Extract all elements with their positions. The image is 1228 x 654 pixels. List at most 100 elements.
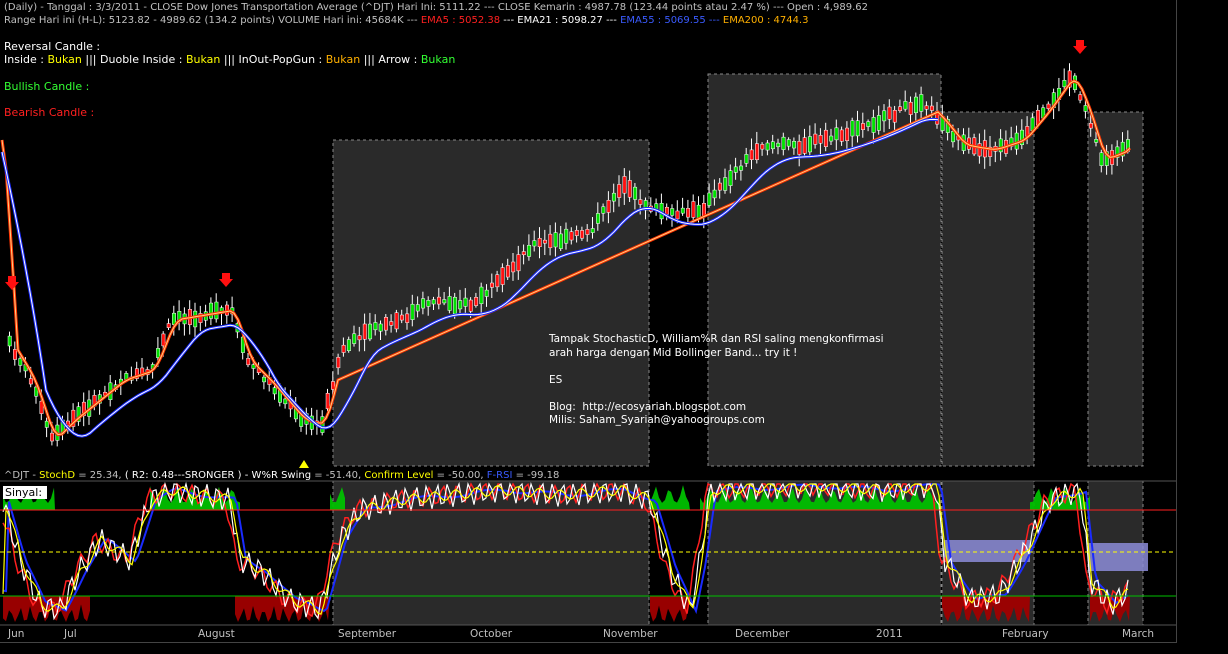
candle-body: [871, 117, 876, 133]
candle-body: [1088, 123, 1093, 129]
candle-body: [797, 141, 802, 155]
candle-body: [770, 141, 775, 150]
candle-body: [818, 135, 823, 144]
candle-body: [929, 105, 934, 111]
note-line-1: Tampak StochasticD, William%R dan RSI sa…: [549, 333, 884, 345]
candle-body: [892, 110, 897, 123]
candle-body: [633, 186, 638, 200]
candle-body: [325, 393, 330, 409]
candle-body: [813, 133, 818, 145]
candle-body: [357, 335, 362, 341]
candle-body: [431, 299, 436, 305]
candle-body: [1062, 80, 1067, 88]
candle-body: [442, 299, 447, 304]
highlight-zone: [1087, 111, 1144, 467]
candle-body: [712, 189, 717, 199]
confirm-value: = -50.00,: [436, 470, 484, 481]
ema200-value: : 4744.3: [766, 15, 809, 26]
candle-body: [617, 184, 622, 198]
candle-body: [362, 323, 367, 340]
candle-body: [161, 333, 166, 347]
candle-body: [744, 154, 749, 164]
candle-body: [468, 299, 473, 312]
candle-body: [855, 120, 860, 137]
candle-body: [749, 149, 754, 160]
note-line-3: ES: [549, 373, 563, 386]
candle-body: [707, 192, 712, 206]
candle-body: [717, 182, 722, 191]
highlight-zone-indicator: [332, 480, 650, 626]
note-line-2: arah harga dengan Mid Bollinger Band... …: [549, 346, 798, 359]
header-line-1: (Daily) - Tanggal : 3/3/2011 - CLOSE Dow…: [4, 2, 868, 13]
candle-body: [786, 139, 791, 147]
candle-body: [410, 303, 415, 320]
candle-body: [44, 420, 49, 428]
ema55-value: : 5069.55 ---: [657, 15, 720, 26]
month-label: September: [338, 628, 397, 640]
sell-arrow-icon: [219, 273, 233, 287]
sell-arrow-icon: [1073, 40, 1087, 54]
candle-body: [1083, 105, 1088, 112]
candle-body: [346, 339, 351, 352]
buy-arrow-icon: [299, 460, 309, 468]
candle-body: [13, 349, 17, 360]
month-label: Jun: [8, 628, 25, 640]
candle-body: [670, 208, 675, 216]
month-label: February: [1002, 628, 1049, 640]
month-label: March: [1122, 628, 1155, 640]
candle-body: [437, 296, 441, 305]
candle-body: [739, 165, 744, 171]
candle-body: [495, 274, 500, 288]
candle-body: [1046, 103, 1051, 109]
candle-body: [214, 301, 219, 320]
candle-body: [384, 317, 388, 331]
ema5-value: : 5052.38: [452, 15, 501, 26]
candle-body: [564, 228, 569, 244]
bullish-candle-label: Bullish Candle :: [4, 80, 90, 93]
candle-body: [394, 312, 399, 330]
candle-body: [166, 323, 171, 328]
candle-body: [845, 127, 850, 141]
arrow-label: Arrow :: [378, 53, 418, 66]
candle-body: [823, 129, 828, 147]
double-inside-value: Bukan: [185, 53, 221, 66]
candle-body: [585, 229, 590, 235]
stochd-value: = 25.34,: [78, 470, 122, 481]
confirm-box: [1088, 543, 1148, 571]
popgun-label: InOut-PopGun :: [238, 53, 323, 66]
highlight-zone: [941, 111, 1035, 467]
candle-body: [861, 123, 865, 130]
candle-body: [580, 230, 585, 239]
note-line-4: Blog: http://ecosyariah.blogspot.com: [549, 400, 747, 413]
candle-body: [691, 201, 696, 218]
candle-body: [399, 314, 404, 321]
range-volume-text: Range Hari ini (H-L): 5123.82 - 4989.62 …: [4, 15, 418, 26]
candle-body: [569, 231, 574, 241]
month-label: December: [735, 628, 790, 640]
candle-body: [919, 94, 924, 112]
candle-body: [760, 144, 765, 150]
reversal-title: Reversal Candle :: [4, 40, 101, 53]
candle-body: [802, 137, 807, 154]
candle-body: [463, 297, 468, 307]
candle-body: [887, 106, 892, 120]
candle-body: [543, 239, 547, 244]
candle-body: [675, 210, 680, 220]
reversal-details: Inside : Bukan ||| Duoble Inside : Bukan…: [4, 53, 455, 66]
ema200-label: EMA200: [722, 15, 764, 26]
candle-body: [622, 176, 627, 194]
candle-body: [389, 321, 394, 326]
frsi-label: F-RSI: [486, 470, 513, 481]
candle-body: [341, 344, 346, 353]
header-line-2: Range Hari ini (H-L): 5123.82 - 4989.62 …: [4, 15, 808, 26]
candle-body: [1014, 132, 1019, 150]
candle-body: [977, 143, 982, 157]
candle-body: [7, 335, 12, 347]
candle-body: [924, 105, 929, 110]
rsi-high-fill: [650, 485, 690, 510]
candle-body: [50, 432, 55, 442]
candle-body: [882, 110, 887, 122]
sell-arrow-icon: [5, 276, 19, 290]
candle-body: [474, 297, 479, 306]
candle-body: [28, 378, 33, 385]
